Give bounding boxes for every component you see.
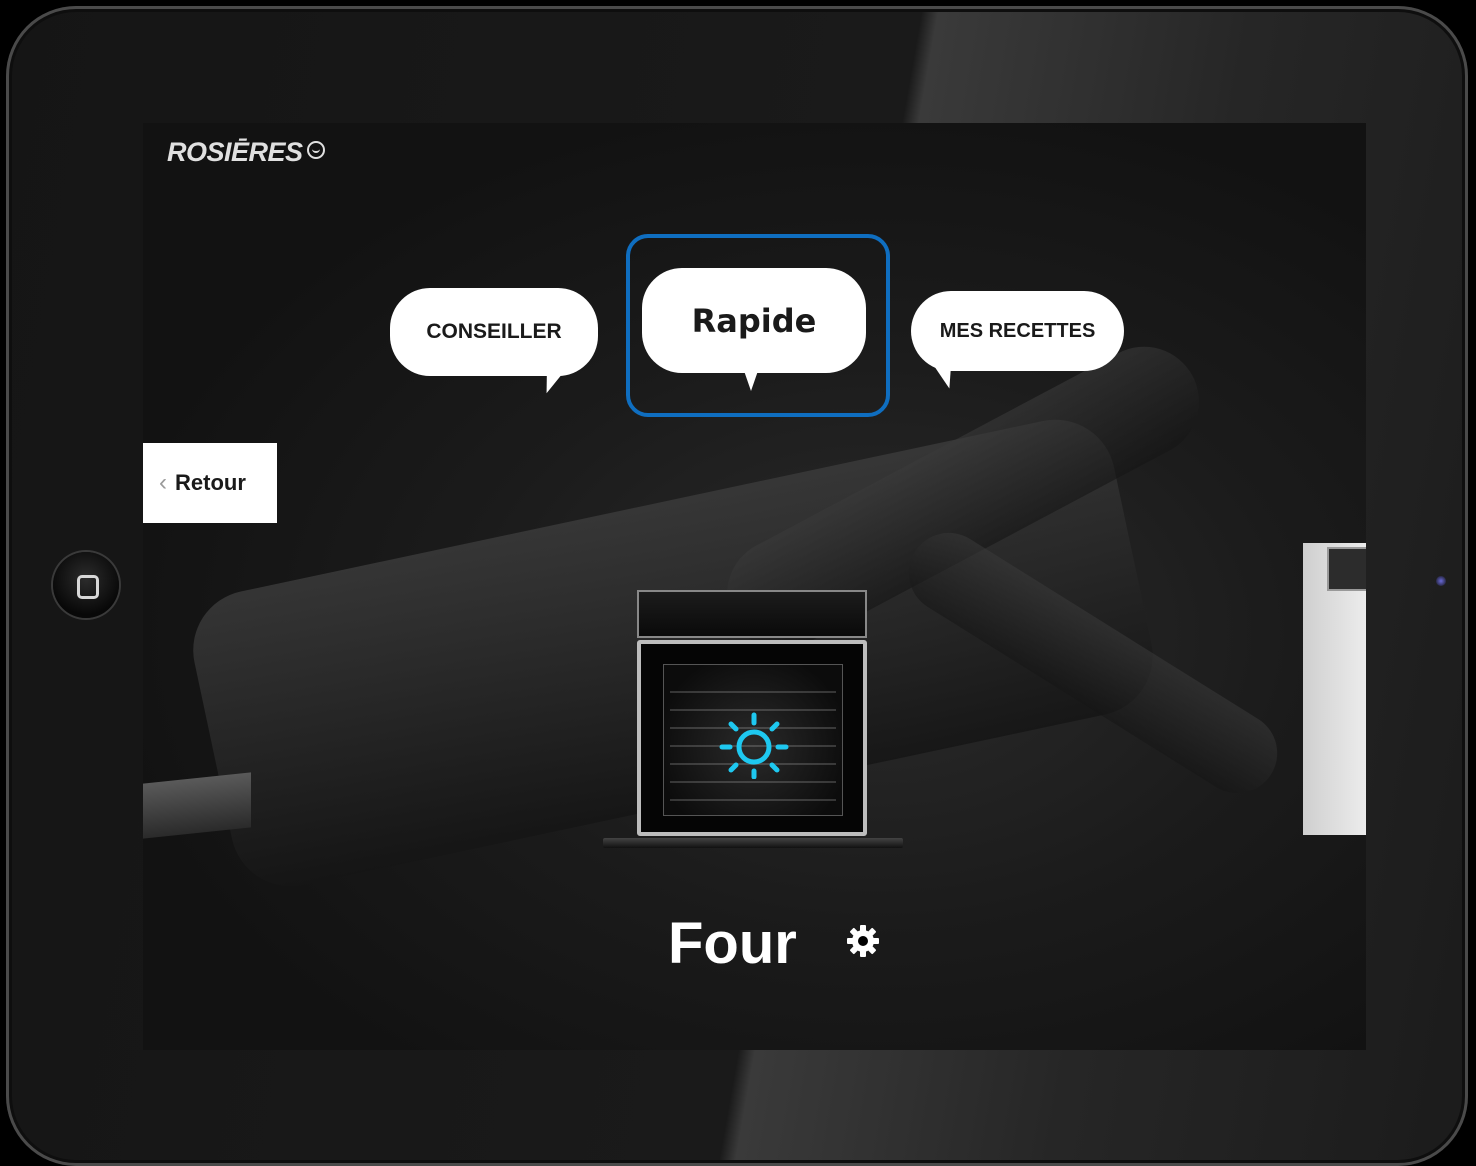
back-button-label: Retour [175,470,246,495]
oven-control-panel [637,590,867,638]
oven-door [637,640,867,836]
home-button[interactable] [53,552,119,618]
speech-tail [538,365,564,397]
back-button[interactable]: ‹ Retour [143,443,277,523]
brand-mark-icon [306,141,325,159]
oven-image[interactable] [603,588,903,848]
mode-mes-recettes-button[interactable]: MES RECETTES [911,291,1124,391]
chevron-left-icon: ‹ [159,469,167,496]
oven-window [663,664,843,816]
camera-icon [1436,576,1446,586]
appliance-dishwasher-image[interactable] [1303,543,1366,835]
gear-icon[interactable] [845,923,881,959]
product-title: Four [143,910,1366,977]
product-name: Four [668,911,797,976]
brand-logo-text: ROSIĒRES [167,137,303,167]
mode-conseiller-label: CONSEILLER [426,320,562,343]
mode-mes-recettes-label: MES RECETTES [939,319,1096,342]
app-screen: ROSIĒRES CONSEILLER Rapide MES RECETTES … [143,123,1366,1050]
brand-logo: ROSIĒRES [167,137,325,168]
speech-tail [933,361,959,391]
fan-heat-icon [719,712,789,779]
mode-conseiller-button[interactable]: CONSEILLER [390,288,598,397]
oven-stand [603,838,903,848]
selection-highlight [626,234,890,417]
appliance-hood-image[interactable] [143,772,251,839]
